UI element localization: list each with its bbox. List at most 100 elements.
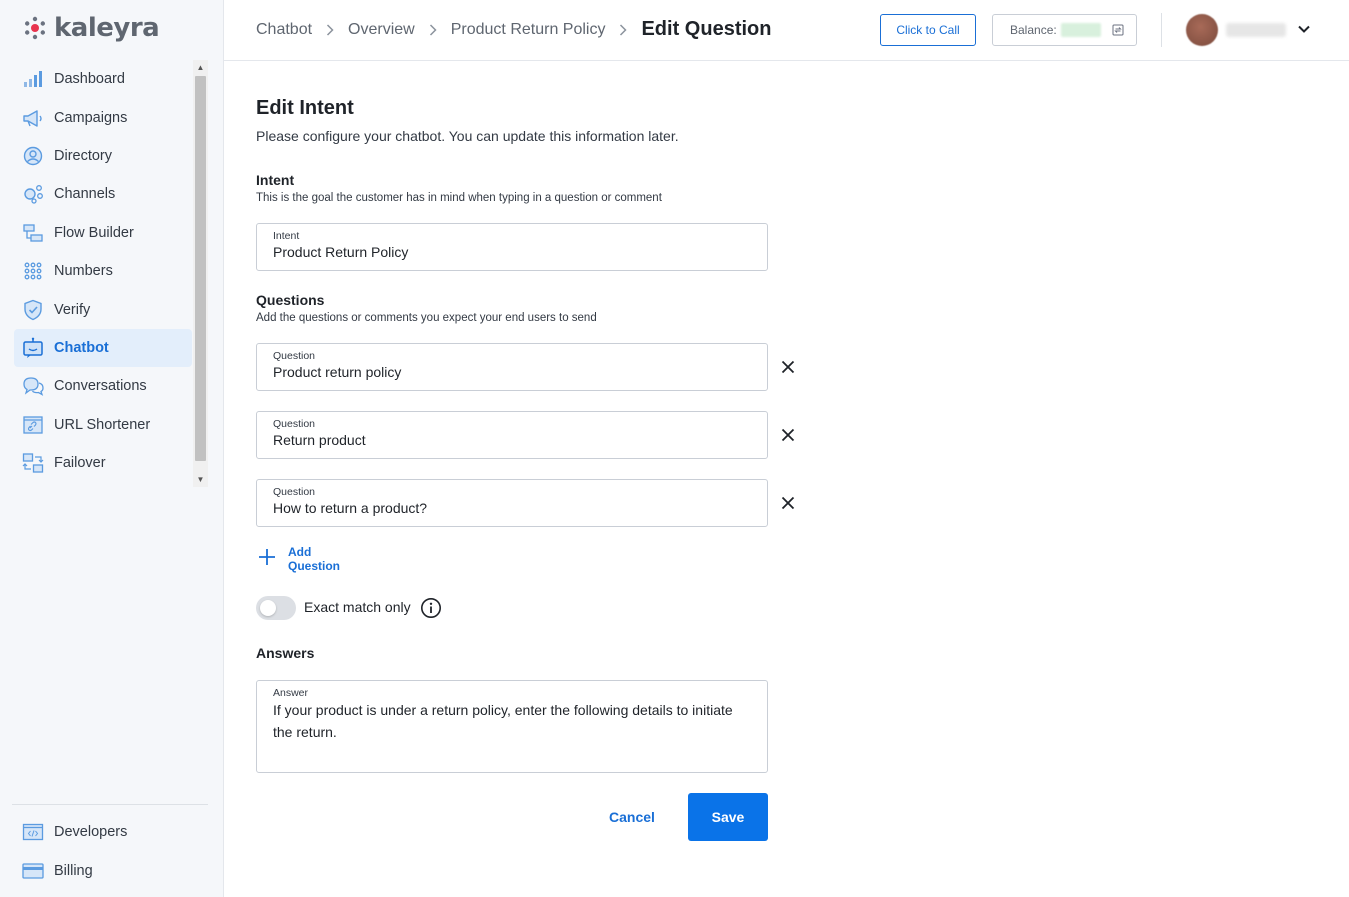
sidebar-item-label: Numbers — [54, 263, 113, 280]
remove-question-2-close-icon[interactable] — [778, 425, 798, 445]
card-icon — [22, 860, 44, 882]
sidebar-item-label: URL Shortener — [54, 416, 151, 433]
field-label: Question — [273, 350, 316, 362]
sidebar-item-label: Campaigns — [54, 109, 128, 126]
sidebar-item-label: Developers — [54, 824, 128, 841]
avatar[interactable] — [1186, 14, 1218, 46]
sidebar-item-failover[interactable]: Failover — [14, 444, 192, 482]
questions-section-description: Add the questions or comments you expect… — [256, 312, 597, 324]
username-redacted[interactable] — [1226, 23, 1286, 37]
sidebar-item-directory[interactable]: Directory — [14, 137, 192, 175]
question-input-value[interactable]: How to return a product? — [273, 500, 427, 516]
chevron-right-icon — [326, 23, 334, 36]
remove-question-1-close-icon[interactable] — [778, 357, 798, 377]
flow-icon — [22, 222, 44, 244]
shield-check-icon — [22, 299, 44, 321]
intent-section-title: Intent — [256, 172, 295, 188]
app-root: kaleyra Dashboard Campaigns Directory Ch… — [0, 0, 1349, 897]
sidebar-item-campaigns[interactable]: Campaigns — [14, 98, 192, 136]
save-button[interactable]: Save — [688, 793, 768, 841]
remove-question-3-close-icon[interactable] — [778, 493, 798, 513]
questions-section-title: Questions — [256, 292, 325, 308]
sidebar-divider — [12, 804, 208, 805]
megaphone-icon — [22, 107, 44, 129]
sidebar-item-channels[interactable]: Channels — [14, 175, 192, 213]
channels-icon — [22, 183, 44, 205]
header-divider — [1161, 13, 1162, 47]
keypad-icon — [22, 260, 44, 282]
click-to-call-button[interactable]: Click to Call — [880, 14, 976, 46]
page-title: Edit Question — [641, 18, 772, 40]
sidebar-item-label: Dashboard — [54, 71, 125, 88]
add-question-label: Add Question — [288, 545, 341, 573]
exact-match-toggle[interactable] — [256, 596, 296, 620]
breadcrumb-overview[interactable]: Overview — [348, 21, 415, 39]
dashboard-icon — [22, 68, 44, 90]
breadcrumb-intent[interactable]: Product Return Policy — [451, 21, 606, 39]
sidebar-nav: Dashboard Campaigns Directory Channels F… — [14, 60, 192, 482]
sidebar-item-dashboard[interactable]: Dashboard — [14, 60, 192, 98]
scroll-down-arrow-icon[interactable]: ▼ — [193, 472, 208, 487]
sidebar-item-verify[interactable]: Verify — [14, 290, 192, 328]
form-title: Edit Intent — [256, 97, 354, 119]
sidebar-item-label: Chatbot — [54, 339, 109, 356]
chevron-right-icon — [619, 23, 628, 36]
answer-textarea-value[interactable]: If your product is under a return policy… — [273, 699, 753, 743]
sidebar-item-url-shortener[interactable]: URL Shortener — [14, 406, 192, 444]
sidebar-item-numbers[interactable]: Numbers — [14, 252, 192, 290]
refresh-icon[interactable] — [1111, 23, 1125, 37]
question-input-value[interactable]: Return product — [273, 432, 366, 448]
chevron-down-icon[interactable] — [1297, 22, 1311, 41]
field-label: Question — [273, 418, 316, 430]
question-field-3[interactable]: Question How to return a product? — [256, 479, 768, 527]
chevron-right-icon — [429, 23, 437, 36]
sidebar-item-developers[interactable]: Developers — [14, 813, 192, 851]
sidebar-item-label: Failover — [54, 455, 106, 472]
sidebar-bottom-nav: Developers Billing — [14, 813, 192, 890]
cancel-button[interactable]: Cancel — [594, 793, 670, 841]
failover-icon — [22, 452, 44, 474]
field-label: Answer — [273, 687, 309, 699]
code-icon — [22, 821, 44, 843]
info-icon[interactable] — [420, 597, 442, 624]
breadcrumb-chatbot[interactable]: Chatbot — [256, 21, 312, 39]
exact-match-label: Exact match only — [304, 599, 411, 615]
intent-field[interactable]: Intent Product Return Policy — [256, 223, 768, 271]
top-header: Chatbot Overview Product Return Policy E… — [224, 0, 1349, 61]
answer-field[interactable]: Answer If your product is under a return… — [256, 680, 768, 773]
question-input-value[interactable]: Product return policy — [273, 364, 401, 380]
scroll-up-arrow-icon[interactable]: ▲ — [193, 60, 208, 75]
sidebar-item-flow-builder[interactable]: Flow Builder — [14, 214, 192, 252]
sidebar-item-label: Billing — [54, 862, 93, 879]
question-field-1[interactable]: Question Product return policy — [256, 343, 768, 391]
logo-text: kaleyra — [54, 13, 160, 43]
sidebar-item-label: Directory — [54, 147, 113, 164]
sidebar: kaleyra Dashboard Campaigns Directory Ch… — [0, 0, 224, 897]
add-question-button[interactable]: Add Question — [258, 545, 340, 573]
sidebar-item-label: Channels — [54, 186, 116, 203]
kaleyra-logo[interactable]: kaleyra — [22, 12, 160, 44]
intent-input-value[interactable]: Product Return Policy — [273, 244, 408, 260]
balance-amount-redacted — [1060, 23, 1101, 37]
balance-label: Balance: — [1010, 23, 1057, 37]
toggle-knob — [260, 600, 276, 616]
sidebar-item-conversations[interactable]: Conversations — [14, 367, 192, 405]
balance-widget: Balance: — [992, 14, 1137, 46]
link-icon — [22, 414, 44, 436]
sidebar-scrollbar[interactable]: ▲ ▼ — [193, 60, 208, 487]
chatbot-icon — [22, 337, 44, 359]
intent-section-description: This is the goal the customer has in min… — [256, 192, 662, 204]
sidebar-item-label: Verify — [54, 301, 91, 318]
chat-bubbles-icon — [22, 375, 44, 397]
logo-mark-icon — [25, 16, 45, 40]
sidebar-item-label: Conversations — [54, 378, 147, 395]
plus-icon — [258, 548, 276, 571]
question-field-2[interactable]: Question Return product — [256, 411, 768, 459]
scrollbar-thumb[interactable] — [195, 76, 206, 461]
breadcrumb: Chatbot Overview Product Return Policy E… — [256, 18, 771, 41]
contact-icon — [22, 145, 44, 167]
field-label: Intent — [273, 230, 300, 242]
sidebar-item-billing[interactable]: Billing — [14, 851, 192, 889]
sidebar-item-chatbot[interactable]: Chatbot — [14, 328, 192, 368]
answers-section-title: Answers — [256, 645, 315, 661]
